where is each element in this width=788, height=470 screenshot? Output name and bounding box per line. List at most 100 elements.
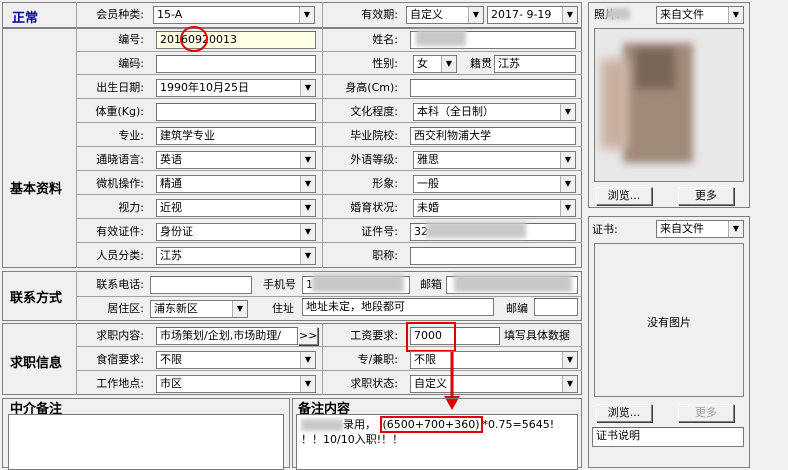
mobile-label: 手机号: [263, 278, 296, 291]
gender-label: 性别:: [372, 57, 398, 70]
cert-image: 没有图片: [594, 243, 744, 397]
address-field[interactable]: 地址未定，地段都可: [302, 298, 494, 316]
major-label: 专业:: [118, 129, 144, 142]
category-label: 人员分类:: [96, 249, 144, 262]
native-field[interactable]: 江苏: [494, 55, 576, 73]
foreign-level-select[interactable]: 雅思 ▼: [413, 151, 576, 169]
phone-label: 联系电话:: [96, 278, 144, 291]
code-label: 编码:: [118, 57, 144, 70]
col-sep: [76, 2, 77, 268]
title-field[interactable]: [410, 247, 576, 265]
col-sep: [322, 323, 323, 395]
marital-select[interactable]: 未婚 ▼: [413, 199, 576, 217]
job-want-more-button[interactable]: >>: [298, 327, 318, 345]
chevron-down-icon: ▼: [728, 221, 743, 237]
cert-label: 证书:: [592, 223, 618, 236]
image-select[interactable]: 一般 ▼: [413, 175, 576, 193]
redacted-blur: [416, 30, 466, 46]
height-label: 身高(Cm):: [345, 81, 398, 94]
zip-label: 邮编: [506, 302, 528, 315]
id-type-select[interactable]: 身份证 ▼: [156, 223, 316, 241]
name-label: 姓名:: [372, 33, 398, 46]
cert-browse-button[interactable]: 浏览...: [596, 404, 652, 422]
remark-line-1: 录用， (6500+700+360) *0.75=5645!: [301, 416, 573, 433]
col-sep: [76, 323, 77, 395]
redacted-blur: [426, 222, 526, 238]
redacted-blur: [301, 419, 343, 431]
id-number-label: 证件号:: [361, 225, 398, 238]
title-label: 职称:: [372, 249, 398, 262]
job-want-field[interactable]: 市场策划/企划,市场助理/: [156, 327, 298, 345]
photo-more-button[interactable]: 更多: [678, 187, 734, 205]
validity-mode-select[interactable]: 自定义 ▼: [406, 6, 484, 24]
chevron-down-icon: ▼: [560, 200, 575, 216]
language-select[interactable]: 英语 ▼: [156, 151, 316, 169]
gender-select[interactable]: 女 ▼: [413, 55, 457, 73]
member-type-select[interactable]: 15-A ▼: [153, 6, 315, 24]
col-sep: [322, 2, 323, 268]
salary-label: 工资要求:: [350, 329, 398, 342]
weight-field[interactable]: [156, 103, 316, 121]
section-normal: 正常: [12, 11, 39, 26]
photo-browse-button[interactable]: 浏览...: [596, 187, 652, 205]
school-label: 毕业院校:: [350, 129, 398, 142]
redacted-blur: [454, 274, 572, 292]
photo-image: [594, 28, 744, 182]
chevron-down-icon: ▼: [441, 56, 456, 72]
cert-more-button[interactable]: 更多: [678, 404, 734, 422]
parttime-select[interactable]: 不限 ▼: [410, 351, 578, 369]
location-label: 工作地点:: [96, 377, 144, 390]
redacted-blur: [312, 274, 404, 292]
code-field[interactable]: [156, 55, 316, 73]
vision-select[interactable]: 近视 ▼: [156, 199, 316, 217]
category-select[interactable]: 江苏 ▼: [156, 247, 316, 265]
marital-label: 婚育状况:: [350, 201, 398, 214]
redacted-blur: [606, 8, 630, 20]
chevron-down-icon: ▼: [300, 152, 315, 168]
remark-textarea[interactable]: 录用， (6500+700+360) *0.75=5645! ！！10/10入职!…: [296, 414, 578, 470]
chevron-down-icon: ▼: [562, 7, 577, 23]
location-select[interactable]: 市区 ▼: [156, 375, 316, 393]
agent-note-textarea[interactable]: [8, 414, 284, 470]
chevron-down-icon: ▼: [560, 104, 575, 120]
zip-field[interactable]: [534, 298, 578, 316]
height-field[interactable]: [410, 79, 576, 97]
parttime-label: 专/兼职:: [357, 353, 398, 366]
language-label: 通晓语言:: [96, 153, 144, 166]
photo-source-select[interactable]: 来自文件 ▼: [656, 6, 744, 24]
email-label: 邮箱: [420, 278, 442, 291]
chevron-down-icon: ▼: [560, 176, 575, 192]
cert-source-select[interactable]: 来自文件 ▼: [656, 220, 744, 238]
validity-label: 有效期:: [361, 8, 398, 21]
chevron-down-icon: ▼: [300, 224, 315, 240]
board-label: 食宿要求:: [96, 353, 144, 366]
id-type-label: 有效证件:: [96, 225, 144, 238]
school-field[interactable]: 西交利物浦大学: [410, 127, 576, 145]
education-label: 文化程度:: [350, 105, 398, 118]
chevron-down-icon: ▼: [300, 176, 315, 192]
cert-desc-field[interactable]: 证书说明: [592, 427, 744, 447]
validity-date-picker[interactable]: 2017- 9-19 ▼: [487, 6, 578, 24]
area-select[interactable]: 浦东新区 ▼: [150, 300, 248, 318]
pc-skill-label: 微机操作:: [96, 177, 144, 190]
foreign-level-label: 外语等级:: [350, 153, 398, 166]
no-image-text: 没有图片: [647, 316, 691, 329]
board-select[interactable]: 不限 ▼: [156, 351, 316, 369]
chevron-down-icon: ▼: [300, 248, 315, 264]
weight-label: 体重(Kg):: [95, 105, 145, 118]
job-want-label: 求职内容:: [96, 329, 144, 342]
education-select[interactable]: 本科（全日制） ▼: [413, 103, 576, 121]
chevron-down-icon: ▼: [468, 7, 483, 23]
section-job: 求职信息: [10, 356, 63, 371]
section-contact: 联系方式: [10, 291, 63, 306]
address-label: 住址: [272, 302, 294, 315]
major-field[interactable]: 建筑学专业: [156, 127, 316, 145]
status-select[interactable]: 自定义 ▼: [410, 375, 578, 393]
salary-hint: 填写具体数据: [504, 329, 570, 342]
pc-skill-select[interactable]: 精通 ▼: [156, 175, 316, 193]
chevron-down-icon: ▼: [300, 352, 315, 368]
phone-field[interactable]: [150, 276, 252, 294]
chevron-down-icon: ▼: [560, 152, 575, 168]
birth-date-picker[interactable]: 1990年10月25日 ▼: [156, 79, 316, 97]
vision-label: 视力:: [118, 201, 144, 214]
